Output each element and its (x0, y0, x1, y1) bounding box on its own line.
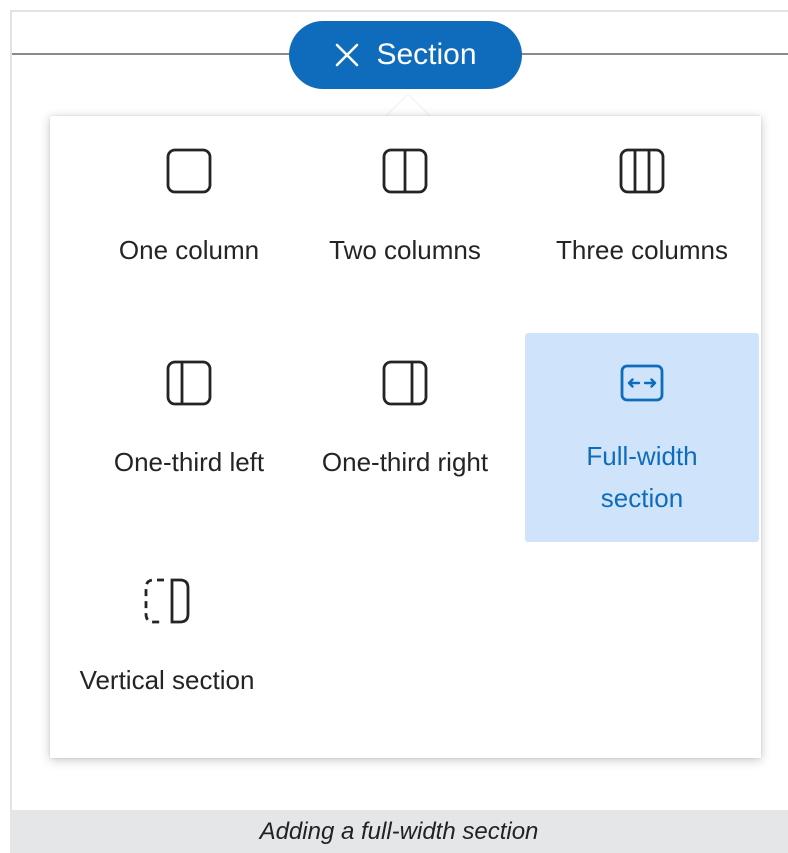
caption-text: Adding a full-width section (259, 817, 539, 845)
option-label: Two columns (329, 235, 481, 265)
figure-caption: Adding a full-width section (10, 810, 788, 853)
option-two-columns[interactable]: Two columns (288, 146, 522, 326)
option-full-width-section[interactable]: Full-width section (525, 333, 759, 542)
option-one-column[interactable]: One column (72, 146, 306, 326)
close-icon (334, 42, 360, 68)
option-one-third-right[interactable]: One-third right (288, 358, 522, 538)
one-column-icon (164, 146, 214, 196)
section-pill-label: Section (376, 38, 477, 71)
option-vertical-section[interactable]: Vertical section (50, 576, 284, 726)
option-label: Full-width section (586, 441, 698, 513)
option-label: Three columns (556, 235, 728, 265)
popup-beak (386, 95, 430, 117)
option-label: One column (118, 235, 260, 265)
section-layout-popup: One column Two columns Three columns One… (50, 116, 761, 758)
option-one-third-left[interactable]: One-third left (72, 358, 306, 538)
vertical-section-icon (142, 576, 192, 626)
full-width-icon (617, 358, 667, 408)
option-three-columns[interactable]: Three columns (525, 146, 759, 326)
option-label: One-third right (321, 447, 489, 477)
option-label: One-third left (113, 447, 265, 477)
two-columns-icon (380, 146, 430, 196)
section-close-button[interactable]: Section (289, 21, 522, 89)
one-third-right-icon (380, 358, 430, 408)
option-label: Vertical section (79, 665, 255, 695)
one-third-left-icon (164, 358, 214, 408)
three-columns-icon (617, 146, 667, 196)
